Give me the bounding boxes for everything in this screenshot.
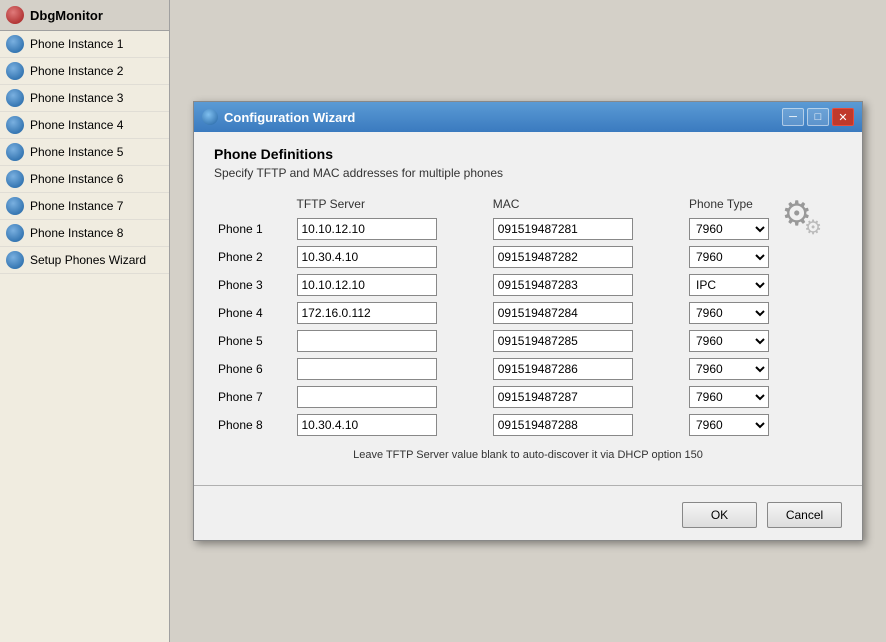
hint-text: Leave TFTP Server value blank to auto-di… bbox=[214, 449, 842, 461]
sidebar-item-phone-instance-4[interactable]: Phone Instance 4 bbox=[0, 112, 169, 139]
phone-type-select-3[interactable]: 7960IPC79407912 bbox=[689, 274, 769, 296]
sidebar-label-phone-instance-4: Phone Instance 4 bbox=[30, 118, 123, 132]
mac-input-1[interactable] bbox=[493, 218, 633, 240]
phone-row-4: Phone 4 7960IPC79407912 bbox=[214, 299, 842, 327]
tftp-input-3[interactable] bbox=[297, 274, 437, 296]
phone-type-select-7[interactable]: 7960IPC79407912 bbox=[689, 386, 769, 408]
dialog-content: Phone Definitions Specify TFTP and MAC a… bbox=[194, 132, 862, 477]
phone-icon-6 bbox=[6, 170, 24, 188]
cancel-button[interactable]: Cancel bbox=[767, 502, 842, 528]
sidebar-label-phone-instance-6: Phone Instance 6 bbox=[30, 172, 123, 186]
dialog-title-icon bbox=[202, 109, 218, 125]
phone-type-select-8[interactable]: 7960IPC79407912 bbox=[689, 414, 769, 436]
tftp-input-1[interactable] bbox=[297, 218, 437, 240]
col-header-mac: MAC bbox=[489, 194, 685, 215]
phone-row-1: Phone 1 7960IPC79407912 bbox=[214, 215, 842, 243]
phone-type-select-5[interactable]: 7960IPC79407912 bbox=[689, 330, 769, 352]
phone-row-3: Phone 3 7960IPC79407912 bbox=[214, 271, 842, 299]
phone-row-5: Phone 5 7960IPC79407912 bbox=[214, 327, 842, 355]
dialog-footer: OK Cancel bbox=[194, 494, 862, 540]
sidebar-label-phone-instance-7: Phone Instance 7 bbox=[30, 199, 123, 213]
phone-table-body: Phone 1 7960IPC79407912 Phone 2 7960IPC7940… bbox=[214, 215, 842, 439]
phone-type-select-1[interactable]: 7960IPC79407912 bbox=[689, 218, 769, 240]
sidebar-label-phone-instance-3: Phone Instance 3 bbox=[30, 91, 123, 105]
dialog-divider bbox=[194, 485, 862, 486]
tftp-input-7[interactable] bbox=[297, 386, 437, 408]
phone-label-7: Phone 7 bbox=[218, 390, 263, 404]
col-header-phone-type: Phone Type bbox=[685, 194, 842, 215]
phone-row-2: Phone 2 7960IPC79407912 bbox=[214, 243, 842, 271]
sidebar-label-phone-instance-2: Phone Instance 2 bbox=[30, 64, 123, 78]
tftp-input-5[interactable] bbox=[297, 330, 437, 352]
minimize-button[interactable]: ─ bbox=[782, 108, 804, 126]
phone-label-4: Phone 4 bbox=[218, 306, 263, 320]
mac-input-7[interactable] bbox=[493, 386, 633, 408]
tftp-input-2[interactable] bbox=[297, 246, 437, 268]
close-button[interactable]: ✕ bbox=[832, 108, 854, 126]
dbgmonitor-icon bbox=[6, 6, 24, 24]
phone-icon-8 bbox=[6, 224, 24, 242]
gear-small-icon: ⚙ bbox=[804, 215, 822, 240]
mac-input-5[interactable] bbox=[493, 330, 633, 352]
phone-row-7: Phone 7 7960IPC79407912 bbox=[214, 383, 842, 411]
ok-button[interactable]: OK bbox=[682, 502, 757, 528]
sidebar-item-phone-instance-8[interactable]: Phone Instance 8 bbox=[0, 220, 169, 247]
phone-type-select-2[interactable]: 7960IPC79407912 bbox=[689, 246, 769, 268]
main-area: Configuration Wizard ─ □ ✕ Phone Definit… bbox=[170, 0, 886, 642]
phone-icon-3 bbox=[6, 89, 24, 107]
phone-label-3: Phone 3 bbox=[218, 278, 263, 292]
phone-type-select-4[interactable]: 7960IPC79407912 bbox=[689, 302, 769, 324]
sidebar-header: DbgMonitor bbox=[0, 0, 169, 31]
phone-icon-1 bbox=[6, 35, 24, 53]
sidebar-item-phone-instance-6[interactable]: Phone Instance 6 bbox=[0, 166, 169, 193]
maximize-button[interactable]: □ bbox=[807, 108, 829, 126]
sidebar-item-phone-instance-7[interactable]: Phone Instance 7 bbox=[0, 193, 169, 220]
section-title: Phone Definitions bbox=[214, 146, 842, 162]
tftp-input-4[interactable] bbox=[297, 302, 437, 324]
phone-label-1: Phone 1 bbox=[218, 222, 263, 236]
sidebar-label-phone-instance-5: Phone Instance 5 bbox=[30, 145, 123, 159]
sidebar-item-phone-instance-1[interactable]: Phone Instance 1 bbox=[0, 31, 169, 58]
sidebar-label-setup-phones-wizard: Setup Phones Wizard bbox=[30, 253, 146, 267]
phone-icon-4 bbox=[6, 116, 24, 134]
sidebar-item-phone-instance-5[interactable]: Phone Instance 5 bbox=[0, 139, 169, 166]
configuration-dialog: Configuration Wizard ─ □ ✕ Phone Definit… bbox=[193, 101, 863, 541]
sidebar-item-phone-instance-3[interactable]: Phone Instance 3 bbox=[0, 85, 169, 112]
sidebar: DbgMonitor Phone Instance 1Phone Instanc… bbox=[0, 0, 170, 642]
wizard-icon bbox=[6, 251, 24, 269]
col-header-tftp: TFTP Server bbox=[293, 194, 489, 215]
mac-input-4[interactable] bbox=[493, 302, 633, 324]
dialog-titlebar: Configuration Wizard ─ □ ✕ bbox=[194, 102, 862, 132]
mac-input-3[interactable] bbox=[493, 274, 633, 296]
phone-icon-7 bbox=[6, 197, 24, 215]
mac-input-8[interactable] bbox=[493, 414, 633, 436]
phone-label-6: Phone 6 bbox=[218, 362, 263, 376]
sidebar-items-list: Phone Instance 1 Phone Instance 2 Phone In… bbox=[0, 31, 169, 274]
phone-label-8: Phone 8 bbox=[218, 418, 263, 432]
phone-row-8: Phone 8 7960IPC79407912 bbox=[214, 411, 842, 439]
mac-input-2[interactable] bbox=[493, 246, 633, 268]
mac-input-6[interactable] bbox=[493, 358, 633, 380]
sidebar-item-phone-instance-2[interactable]: Phone Instance 2 bbox=[0, 58, 169, 85]
sidebar-label-phone-instance-8: Phone Instance 8 bbox=[30, 226, 123, 240]
phone-label-2: Phone 2 bbox=[218, 250, 263, 264]
phone-table: TFTP Server MAC Phone Type Phone 1 7960IP… bbox=[214, 194, 842, 439]
phone-icon-2 bbox=[6, 62, 24, 80]
tftp-input-6[interactable] bbox=[297, 358, 437, 380]
sidebar-header-label: DbgMonitor bbox=[30, 8, 103, 23]
phone-label-5: Phone 5 bbox=[218, 334, 263, 348]
gear-decoration: ⚙ ⚙ bbox=[782, 194, 812, 234]
dialog-title: Configuration Wizard bbox=[224, 110, 779, 125]
tftp-input-8[interactable] bbox=[297, 414, 437, 436]
phone-type-select-6[interactable]: 7960IPC79407912 bbox=[689, 358, 769, 380]
sidebar-label-phone-instance-1: Phone Instance 1 bbox=[30, 37, 123, 51]
section-subtitle: Specify TFTP and MAC addresses for multi… bbox=[214, 166, 842, 180]
phone-icon-5 bbox=[6, 143, 24, 161]
phone-row-6: Phone 6 7960IPC79407912 bbox=[214, 355, 842, 383]
sidebar-item-setup-phones-wizard[interactable]: Setup Phones Wizard bbox=[0, 247, 169, 274]
